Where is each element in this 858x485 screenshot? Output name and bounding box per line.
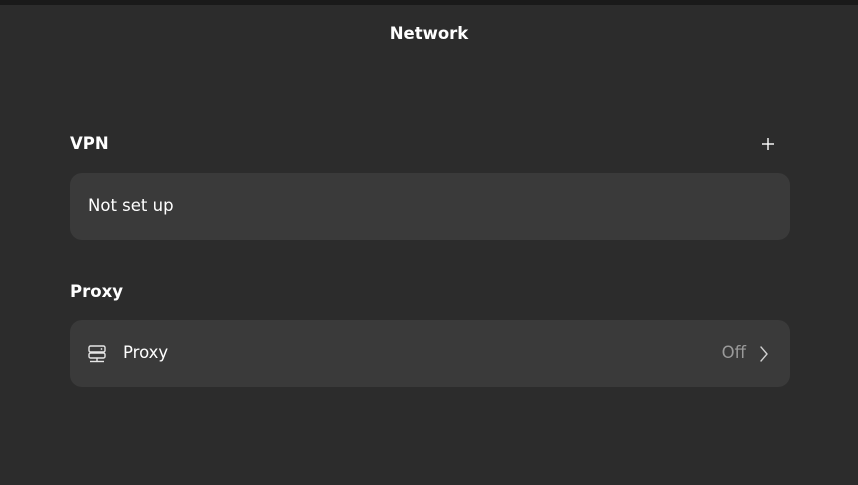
proxy-section-title: Proxy — [70, 282, 123, 301]
page-title: Network — [389, 24, 469, 43]
vpn-section-title: VPN — [70, 134, 109, 153]
network-settings-window: Network VPN Not set up Proxy Proxy Off — [0, 0, 858, 485]
proxy-row-label: Proxy — [123, 343, 169, 362]
vpn-status-label: Not set up — [88, 196, 174, 215]
chevron-right-icon — [760, 346, 768, 362]
network-server-icon — [88, 345, 106, 363]
plus-icon — [762, 138, 774, 150]
vpn-list: Not set up — [70, 173, 790, 240]
proxy-row[interactable]: Proxy Off — [70, 320, 790, 387]
proxy-status-value: Off — [721, 343, 746, 362]
window-top-border — [0, 0, 858, 5]
add-vpn-button[interactable] — [754, 131, 782, 157]
